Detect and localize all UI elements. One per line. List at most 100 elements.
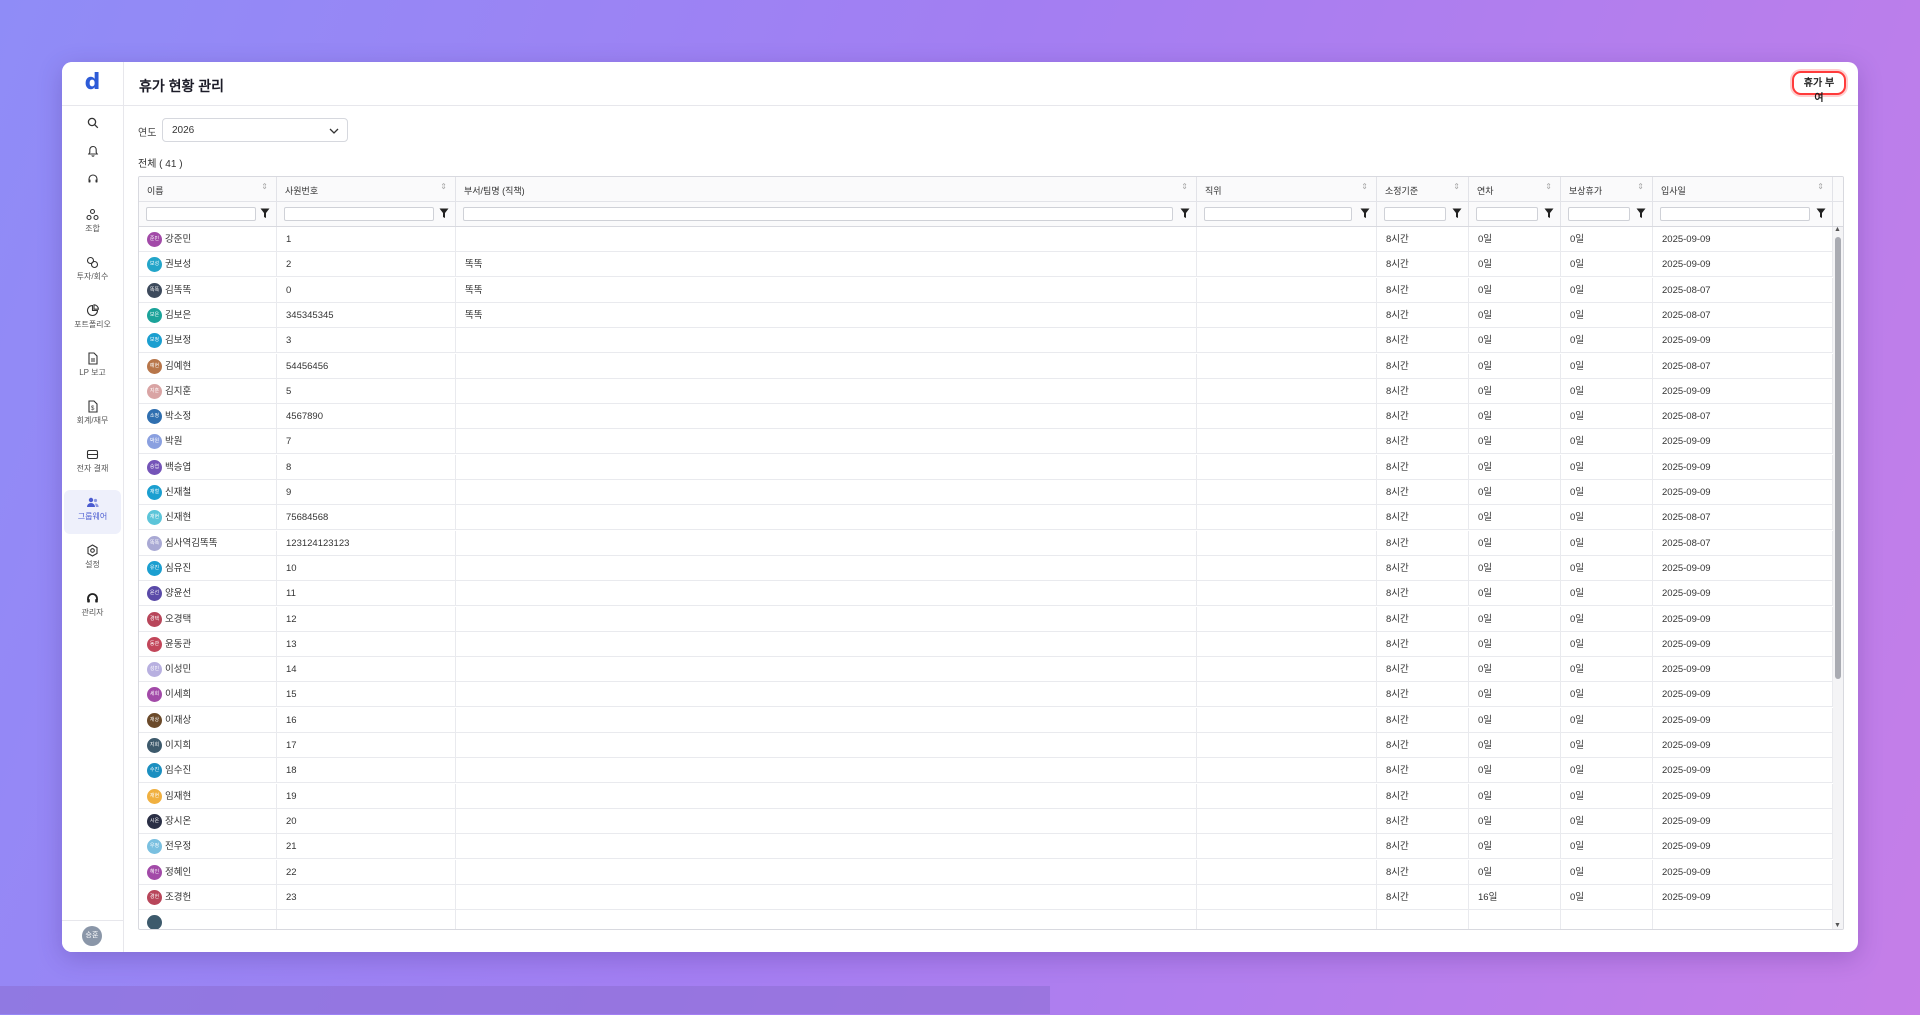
filter-icon[interactable] <box>1452 208 1462 219</box>
filter-icon[interactable] <box>439 208 449 219</box>
sidebar-item-label: 전자 결재 <box>76 464 109 473</box>
column-header-position[interactable]: 직위 ⇕ <box>1197 177 1377 201</box>
sort-icon[interactable]: ⇕ <box>1181 183 1188 191</box>
table-row[interactable]: 보성 권보성 2 똑똑 8시간 0일 0일 2025-09-09 <box>139 252 1843 278</box>
sort-icon[interactable]: ⇕ <box>1361 183 1368 191</box>
table-row[interactable]: 유진 심유진 10 8시간 0일 0일 2025-09-09 <box>139 555 1843 581</box>
sort-icon[interactable]: ⇕ <box>1817 183 1824 191</box>
sidebar-item-lp-report[interactable]: LP 보고 <box>64 346 121 390</box>
table-row[interactable]: 승엽 백승엽 8 8시간 0일 0일 2025-09-09 <box>139 454 1843 480</box>
sidebar-item-accounting[interactable]: $ 회계/재무 <box>64 394 121 438</box>
filter-input[interactable] <box>1204 207 1352 221</box>
table-row[interactable] <box>139 910 1843 929</box>
cell-position <box>1197 859 1377 885</box>
filter-icon[interactable] <box>1180 208 1190 219</box>
grant-leave-button[interactable]: 휴가 부여 <box>1792 71 1846 104</box>
user-avatar[interactable]: 승훈 <box>82 926 102 946</box>
table-row[interactable]: 똑똑 심사역김똑똑 123124123123 8시간 0일 0일 2025-08-07 <box>139 530 1843 556</box>
headset-icon[interactable] <box>62 172 123 192</box>
table-row[interactable]: 수진 임수진 18 8시간 0일 0일 2025-09-09 <box>139 758 1843 784</box>
table-row[interactable]: 동관 윤동관 13 8시간 0일 0일 2025-09-09 <box>139 631 1843 657</box>
column-header-base-hours[interactable]: 소정기준 ⇕ <box>1377 177 1469 201</box>
table-row[interactable]: 윤선 양윤선 11 8시간 0일 0일 2025-09-09 <box>139 581 1843 607</box>
column-header-comp-leave[interactable]: 보상휴가 ⇕ <box>1561 177 1653 201</box>
filter-icon[interactable] <box>1636 208 1646 219</box>
sort-icon[interactable]: ⇕ <box>440 183 447 191</box>
table-row[interactable]: 보정 김보정 3 8시간 0일 0일 2025-09-09 <box>139 328 1843 354</box>
cell-name: 윤선 양윤선 <box>139 581 277 607</box>
table-row[interactable]: 세희 이세희 15 8시간 0일 0일 2025-09-09 <box>139 682 1843 708</box>
column-header-join-date[interactable]: 입사일 ⇕ <box>1653 177 1833 201</box>
table-row[interactable]: 예현 김예현 54456456 8시간 0일 0일 2025-08-07 <box>139 353 1843 379</box>
table-row[interactable]: 똑똑 김똑똑 0 똑똑 8시간 0일 0일 2025-08-07 <box>139 277 1843 303</box>
column-header-department[interactable]: 부서/팀명 (직책) ⇕ <box>456 177 1197 201</box>
filter-input[interactable] <box>1660 207 1810 221</box>
scroll-up-arrow-icon[interactable]: ▲ <box>1834 226 1841 233</box>
year-label: 연도 <box>138 128 157 139</box>
cell-base-hours: 8시간 <box>1377 378 1469 404</box>
cell-base-hours: 8시간 <box>1377 682 1469 708</box>
sort-icon[interactable]: ⇕ <box>1545 183 1552 191</box>
sidebar-item-union[interactable]: 조합 <box>64 202 121 246</box>
column-header-employee-no[interactable]: 사원번호 ⇕ <box>277 177 456 201</box>
search-icon[interactable] <box>62 116 123 136</box>
cell-position <box>1197 758 1377 784</box>
cell-name: 동관 윤동관 <box>139 631 277 657</box>
filter-input[interactable] <box>284 207 434 221</box>
sort-icon[interactable]: ⇕ <box>1637 183 1644 191</box>
column-header-name[interactable]: 이름 ⇕ <box>139 177 277 201</box>
cell-join-date: 2025-08-07 <box>1653 404 1833 430</box>
cell-department <box>456 884 1197 910</box>
sidebar-item-investment[interactable]: 투자/회수 <box>64 250 121 294</box>
filter-input[interactable] <box>1476 207 1538 221</box>
cell-department <box>456 808 1197 834</box>
table-row[interactable]: 박원 박원 7 8시간 0일 0일 2025-09-09 <box>139 429 1843 455</box>
table-row[interactable]: 재상 이재상 16 8시간 0일 0일 2025-09-09 <box>139 707 1843 733</box>
sort-icon[interactable]: ⇕ <box>1453 183 1460 191</box>
sidebar-item-groupware[interactable]: 그룹웨어 <box>64 490 121 534</box>
table-row[interactable]: 재현 신재현 75684568 8시간 0일 0일 2025-08-07 <box>139 505 1843 531</box>
vertical-scrollbar[interactable]: ▲ ▼ <box>1833 226 1843 929</box>
app-logo[interactable]: d <box>62 70 123 95</box>
column-header-annual-leave[interactable]: 연차 ⇕ <box>1469 177 1561 201</box>
sort-icon[interactable]: ⇕ <box>261 183 268 191</box>
table-row[interactable]: 재철 신재철 9 8시간 0일 0일 2025-09-09 <box>139 480 1843 505</box>
filter-cell-comp-leave <box>1561 202 1653 226</box>
table-row[interactable]: 보은 김보은 345345345 똑똑 8시간 0일 0일 2025-08-07 <box>139 302 1843 328</box>
table-row[interactable]: 성민 이성민 14 8시간 0일 0일 2025-09-09 <box>139 657 1843 683</box>
table-row[interactable]: 지훈 김지훈 5 8시간 0일 0일 2025-09-09 <box>139 378 1843 404</box>
column-header-label: 사원번호 <box>285 186 319 196</box>
table-row[interactable]: 우정 전우정 21 8시간 0일 0일 2025-09-09 <box>139 834 1843 860</box>
filter-icon[interactable] <box>1816 208 1826 219</box>
table-row[interactable]: 경택 오경택 12 8시간 0일 0일 2025-09-09 <box>139 606 1843 632</box>
table-row[interactable]: 소정 박소정 4567890 8시간 0일 0일 2025-08-07 <box>139 404 1843 430</box>
cell-comp-leave: 0일 <box>1561 454 1653 480</box>
table-row[interactable]: 준민 강준민 1 8시간 0일 0일 2025-09-09 <box>139 227 1843 252</box>
filter-input[interactable] <box>463 207 1173 221</box>
filter-icon[interactable] <box>1360 208 1370 219</box>
year-select[interactable]: 2026 <box>162 118 348 142</box>
filter-input[interactable] <box>1568 207 1630 221</box>
filter-icon[interactable] <box>260 208 270 219</box>
filter-icon[interactable] <box>1544 208 1554 219</box>
table-row[interactable]: 지희 이지희 17 8시간 0일 0일 2025-09-09 <box>139 733 1843 758</box>
filter-input[interactable] <box>146 207 256 221</box>
sidebar-item-approval[interactable]: 전자 결재 <box>64 442 121 486</box>
table-row[interactable]: 혜인 정혜인 22 8시간 0일 0일 2025-09-09 <box>139 859 1843 885</box>
sidebar-item-portfolio[interactable]: 포트폴리오 <box>64 298 121 342</box>
filter-input[interactable] <box>1384 207 1446 221</box>
cell-base-hours: 8시간 <box>1377 631 1469 657</box>
scroll-down-arrow-icon[interactable]: ▼ <box>1834 922 1841 929</box>
cell-comp-leave: 0일 <box>1561 657 1653 683</box>
cell-position <box>1197 783 1377 809</box>
cell-department <box>456 581 1197 607</box>
employee-name: 윤동관 <box>165 638 192 650</box>
bell-icon[interactable] <box>62 144 123 164</box>
table-row[interactable]: 시온 장시온 20 8시간 0일 0일 2025-09-09 <box>139 808 1843 834</box>
scrollbar-thumb[interactable] <box>1835 237 1841 679</box>
table-row[interactable]: 경헌 조경헌 23 8시간 16일 0일 2025-09-09 <box>139 884 1843 910</box>
cell-base-hours: 8시간 <box>1377 733 1469 758</box>
sidebar-item-settings[interactable]: 설정 <box>64 538 121 582</box>
table-row[interactable]: 재현 임재현 19 8시간 0일 0일 2025-09-09 <box>139 783 1843 809</box>
sidebar-item-admin[interactable]: 관리자 <box>64 586 121 630</box>
